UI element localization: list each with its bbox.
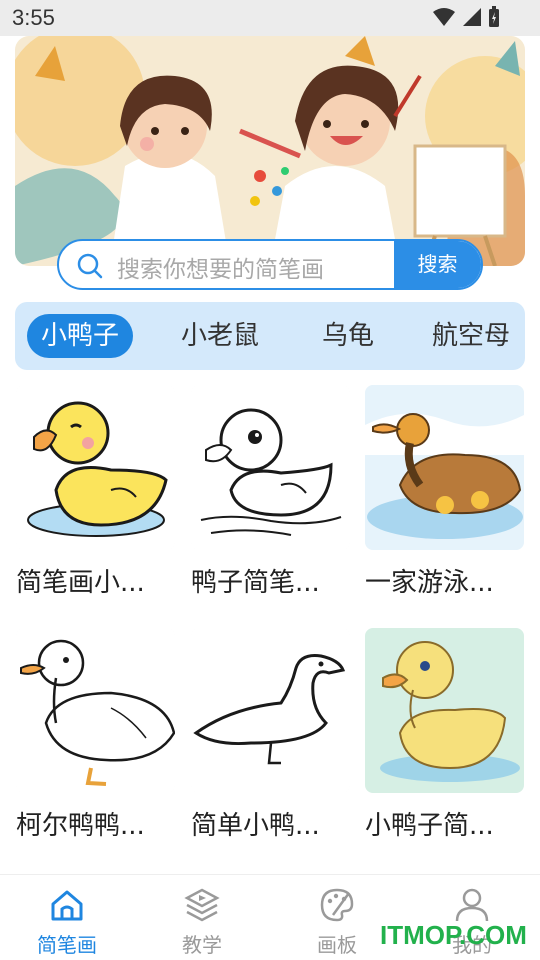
banner-illustration [15, 36, 525, 266]
card-title: 柯尔鸭鸭... [16, 811, 145, 841]
search-bar[interactable]: 搜索你想要的简笔画 搜索 [57, 239, 483, 290]
card-title: 简单小鸭... [191, 811, 320, 841]
nav-label: 画板 [317, 933, 357, 957]
search-icon [77, 253, 103, 279]
signal-icon [463, 8, 481, 26]
layers-play-icon [184, 888, 220, 922]
user-icon [455, 888, 489, 922]
nav-tab-canvas[interactable]: 画板 [287, 887, 387, 958]
card-title: 小鸭子简... [365, 811, 494, 841]
wifi-icon [433, 8, 455, 26]
status-time: 3:55 [12, 5, 55, 30]
home-icon [51, 890, 83, 921]
search-input[interactable]: 搜索你想要的简笔画 [117, 250, 324, 284]
nav-label: 教学 [182, 933, 222, 957]
drawing-card[interactable]: 小鸭子简... [365, 628, 524, 842]
drawing-card[interactable]: 一家游泳... [365, 385, 524, 599]
card-thumbnail [365, 628, 524, 793]
status-icons [432, 6, 500, 28]
nav-label: 简笔画 [37, 933, 97, 957]
category-tabs: 小鸭子 小老鼠 乌龟 航空母 [15, 302, 525, 370]
drawing-card[interactable]: 简单小鸭... [191, 628, 350, 842]
watermark: ITMOP.COM [380, 920, 527, 950]
card-title: 鸭子简笔... [191, 568, 320, 598]
card-thumbnail [191, 385, 350, 550]
nav-tab-drawings[interactable]: 简笔画 [17, 887, 117, 958]
drawing-card[interactable]: 柯尔鸭鸭... [16, 628, 175, 842]
palette-icon [320, 888, 354, 922]
drawing-card[interactable]: 简笔画小... [16, 385, 175, 599]
drawing-card[interactable]: 鸭子简笔... [191, 385, 350, 599]
battery-icon [489, 6, 499, 27]
category-tab-mouse[interactable]: 小老鼠 [181, 314, 259, 358]
card-title: 一家游泳... [365, 568, 494, 598]
card-title: 简笔画小... [16, 568, 145, 598]
category-tab-aircraft-carrier[interactable]: 航空母 [432, 314, 510, 358]
category-tab-turtle[interactable]: 乌龟 [322, 314, 374, 358]
card-thumbnail [191, 628, 350, 793]
card-thumbnail [16, 628, 175, 793]
search-button[interactable]: 搜索 [394, 241, 481, 288]
banner-image[interactable] [15, 36, 525, 266]
status-bar: 3:55 [0, 0, 540, 36]
category-tab-duck[interactable]: 小鸭子 [27, 314, 134, 358]
nav-tab-tutorials[interactable]: 教学 [152, 887, 252, 958]
card-thumbnail [365, 385, 524, 550]
card-thumbnail [16, 385, 175, 550]
